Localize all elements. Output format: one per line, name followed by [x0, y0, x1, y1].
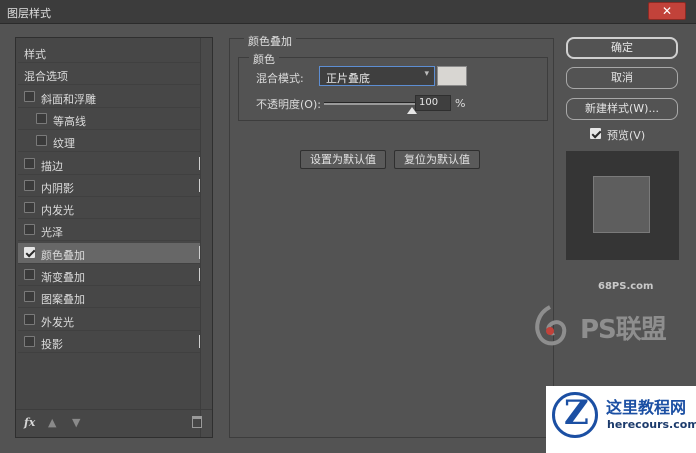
style-item-label: 渐变叠加 [41, 271, 85, 284]
style-item-checkbox[interactable] [24, 246, 35, 258]
color-overlay-group: 颜色叠加 颜色 混合模式: 正片叠底 ▾ 不透明度(O): 100 % 设置为默… [229, 33, 554, 438]
reset-default-button[interactable]: 复位为默认值 [394, 150, 480, 169]
opacity-slider-fill [324, 103, 416, 105]
style-item[interactable]: 斜面和浮雕 [18, 87, 200, 108]
style-item[interactable]: 混合选项 [18, 64, 200, 86]
style-item-label: 外发光 [41, 315, 74, 329]
watermark-logo: 68PS.com PS联盟 [528, 281, 668, 367]
style-item-label: 描边 [41, 159, 63, 173]
window-title: 图层样式 [7, 7, 51, 20]
styles-list-panel: 样式混合选项斜面和浮雕等高线纹理描边+内阴影+ 内发光光泽颜色叠加+渐变叠加+ 图案… [15, 37, 213, 438]
style-item-label: 样式 [24, 48, 46, 61]
move-up-icon[interactable]: ▲ [48, 416, 56, 429]
style-item[interactable]: 内发光 [18, 198, 200, 220]
style-item-label: 纹理 [53, 137, 75, 151]
style-item[interactable]: 光泽 [18, 220, 200, 242]
opacity-input[interactable]: 100 [415, 95, 451, 111]
set-default-button[interactable]: 设置为默认值 [300, 150, 386, 169]
opacity-unit: % [455, 97, 466, 110]
watermark-brand: PS联盟 [580, 315, 667, 345]
close-button[interactable]: ✕ [648, 2, 686, 20]
color-subgroup: 颜色 混合模式: 正片叠底 ▾ 不透明度(O): 100 % [238, 51, 548, 121]
fx-icon[interactable]: fx [24, 416, 35, 429]
preview-label: 预览(V) [607, 129, 646, 142]
chevron-down-icon: ▾ [424, 69, 429, 79]
ok-button[interactable]: 确定 [566, 37, 678, 59]
badge-logo-icon: Z [552, 392, 598, 438]
styles-list-footer: fx ▲ ▼ [16, 409, 212, 437]
style-item[interactable]: 等高线 [18, 109, 200, 130]
style-item-checkbox[interactable] [24, 179, 35, 191]
style-item[interactable]: 纹理 [18, 131, 200, 153]
layer-style-dialog: 样式混合选项斜面和浮雕等高线纹理描边+内阴影+ 内发光光泽颜色叠加+渐变叠加+ 图案… [0, 24, 696, 453]
trash-icon[interactable] [192, 416, 202, 428]
badge-letter: Z [564, 393, 589, 433]
opacity-label: 不透明度(O): [256, 98, 321, 111]
style-item-label: 投影 [41, 337, 63, 351]
style-item[interactable]: 渐变叠加+ [18, 265, 212, 286]
style-preview-swatch [593, 176, 650, 233]
color-overlay-title: 颜色叠加 [244, 33, 296, 49]
style-item[interactable]: 投影+ [18, 332, 212, 353]
styles-list-scrollbar[interactable] [200, 38, 212, 437]
style-item-checkbox[interactable] [24, 291, 35, 303]
badge-url: herecours.com [607, 418, 696, 431]
move-down-icon[interactable]: ▼ [72, 416, 80, 429]
blend-mode-value: 正片叠底 [326, 72, 370, 85]
style-item[interactable]: 描边+ [18, 154, 212, 175]
style-item-label: 颜色叠加 [41, 248, 85, 262]
blend-mode-label: 混合模式: [256, 72, 304, 85]
style-item-checkbox[interactable] [24, 313, 35, 325]
new-style-button[interactable]: 新建样式(W)... [566, 98, 678, 120]
style-item-checkbox[interactable] [24, 335, 35, 347]
style-item-checkbox[interactable] [24, 224, 35, 236]
style-item[interactable]: 内阴影+ [18, 176, 212, 197]
style-item-label: 图案叠加 [41, 293, 85, 307]
opacity-slider[interactable] [324, 102, 417, 114]
style-item-label: 光泽 [41, 226, 63, 240]
style-item[interactable]: 颜色叠加+ [18, 242, 212, 264]
style-item-label: 内阴影 [41, 181, 74, 195]
style-item[interactable]: 外发光 [18, 310, 200, 331]
style-item-checkbox[interactable] [24, 90, 35, 102]
preview-checkbox[interactable] [590, 128, 601, 139]
style-item-checkbox[interactable] [36, 135, 47, 147]
watermark-swirl-icon [535, 305, 567, 346]
color-subgroup-title: 颜色 [249, 51, 279, 67]
style-item-checkbox[interactable] [24, 157, 35, 169]
style-item-label: 混合选项 [24, 70, 68, 84]
style-item-label: 内发光 [41, 204, 74, 218]
site-badge: Z 这里教程网 herecours.com [546, 386, 696, 453]
style-item-checkbox[interactable] [24, 202, 35, 214]
watermark-domain: 68PS.com [598, 281, 654, 292]
style-preview [566, 151, 679, 260]
style-item[interactable]: 样式 [18, 42, 200, 63]
overlay-color-swatch[interactable] [437, 66, 467, 86]
cancel-button[interactable]: 取消 [566, 67, 678, 89]
style-item-checkbox[interactable] [24, 269, 35, 280]
title-bar: 图层样式 ✕ [0, 0, 696, 24]
style-item-checkbox[interactable] [36, 112, 47, 124]
style-item[interactable]: 图案叠加 [18, 287, 200, 309]
blend-mode-select[interactable]: 正片叠底 ▾ [319, 66, 435, 86]
badge-title: 这里教程网 [606, 398, 687, 417]
style-item-label: 斜面和浮雕 [41, 92, 96, 106]
style-item-label: 等高线 [53, 114, 86, 128]
